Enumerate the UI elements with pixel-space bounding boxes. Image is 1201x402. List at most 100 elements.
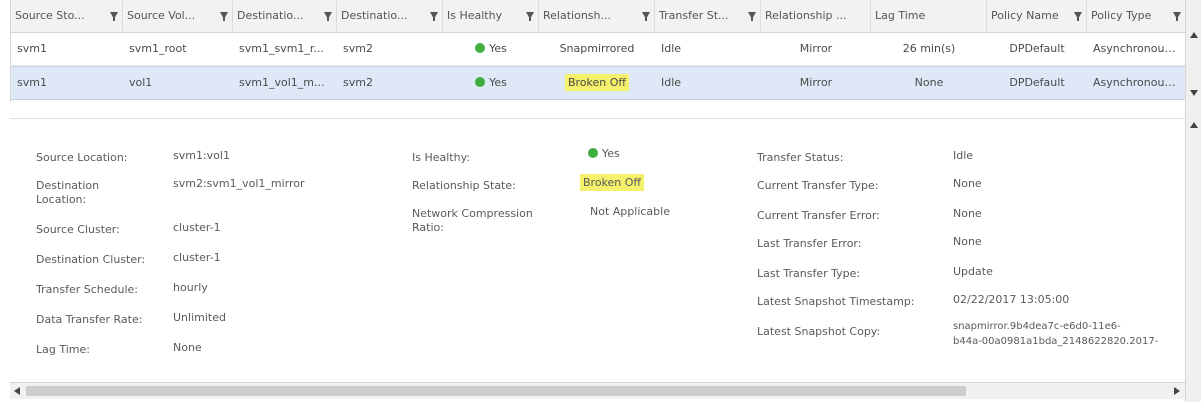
table-row-selected[interactable]: svm1 vol1 svm1_vol1_m... svm2 Yes Broken… [11,66,1186,100]
column-header-lag-time[interactable]: Lag Time [871,0,987,32]
current-transfer-type-value: None [953,177,982,190]
lag-time-label: Lag Time: [36,343,90,356]
horizontal-scrollbar[interactable] [10,382,1185,399]
data-transfer-rate-value: Unlimited [173,311,226,324]
column-header-policy-type[interactable]: Policy Type [1087,0,1186,32]
source-cluster-label: Source Cluster: [36,223,120,236]
relationship-state-value: Broken Off [580,174,645,191]
column-header-label: Destinatio... [237,9,304,22]
relationship-state-label: Relationship State: [412,179,516,192]
highlighted-state-text: Broken Off [564,74,629,91]
cell-relationship-type: Mirror [799,76,833,89]
is-healthy-value: Yes [588,147,620,160]
filter-icon[interactable] [110,12,118,21]
latest-snapshot-copy-value-cont: b44a-00a0981a1bda_2148622820.2017- [953,336,1159,347]
healthy-text: Yes [489,42,507,55]
column-header-label: Relationship ... [765,9,847,22]
cell-lag-time: None [914,76,944,89]
cell-destination-volume: svm1_vol1_m... [239,76,325,89]
filter-icon[interactable] [430,12,438,21]
cell-relationship-state: Broken Off [539,67,655,99]
current-transfer-type-label: Current Transfer Type: [757,179,879,192]
column-header-policy-name[interactable]: Policy Name [987,0,1087,32]
source-location-label: Source Location: [36,151,128,164]
cell-transfer-status: Idle [661,42,682,55]
transfer-schedule-label: Transfer Schedule: [36,283,138,296]
healthy-status-icon [475,77,486,87]
vertical-scrollbar[interactable] [1185,0,1201,402]
column-header-relationship-state[interactable]: Relationsh... [539,0,655,32]
column-header-label: Source Sto... [15,9,85,22]
healthy-status-icon [475,43,486,53]
detail-scroll-up-arrow-icon[interactable] [1190,122,1198,128]
destination-location-value: svm2:svm1_vol1_mirror [173,177,305,190]
source-cluster-value: cluster-1 [173,221,221,234]
highlighted-state-text: Broken Off [580,174,645,191]
column-header-transfer-status[interactable]: Transfer St... [655,0,761,32]
transfer-status-value: Idle [953,149,974,162]
cell-destination-svm: svm2 [343,42,373,55]
scroll-right-arrow-icon[interactable] [1174,387,1180,395]
cell-policy-name: DPDefault [1009,76,1065,89]
snapmirror-relationships-view: Source Sto... Source Vol... Destinatio..… [0,0,1201,402]
column-header-label: Is Healthy [447,9,503,22]
destination-location-label-cont: Location: [36,193,87,206]
filter-icon[interactable] [748,12,756,21]
last-transfer-error-label: Last Transfer Error: [757,237,862,250]
column-header-label: Source Vol... [127,9,196,22]
column-header-destination-svm[interactable]: Destinatio... [337,0,443,32]
column-header-label: Policy Name [991,9,1059,22]
column-header-is-healthy[interactable]: Is Healthy [443,0,539,32]
cell-relationship-state: Snapmirrored [559,42,635,55]
destination-location-label: Destination [36,179,100,192]
is-healthy-label: Is Healthy: [412,151,471,164]
filter-icon[interactable] [642,12,650,21]
column-header-source-svm[interactable]: Source Sto... [11,0,123,32]
cell-source-svm: svm1 [17,76,47,89]
filter-icon[interactable] [526,12,534,21]
scrollbar-thumb[interactable] [26,386,966,396]
source-location-value: svm1:vol1 [173,149,230,162]
table-row[interactable]: svm1 svm1_root svm1_svm1_r... svm2 Yes S… [11,33,1186,66]
is-healthy-text: Yes [602,147,620,160]
destination-cluster-value: cluster-1 [173,251,221,264]
latest-snapshot-timestamp-label: Latest Snapshot Timestamp: [757,295,915,308]
cell-destination-volume: svm1_svm1_r... [239,42,324,55]
latest-snapshot-copy-value: snapmirror.9b4dea7c-e6d0-11e6- [953,321,1121,332]
column-header-label: Destinatio... [341,9,408,22]
filter-icon[interactable] [324,12,332,21]
cell-lag-time: 26 min(s) [902,42,956,55]
transfer-status-label: Transfer Status: [757,151,844,164]
scroll-left-arrow-icon[interactable] [14,387,20,395]
data-transfer-rate-label: Data Transfer Rate: [36,313,143,326]
latest-snapshot-copy-label: Latest Snapshot Copy: [757,325,881,338]
cell-transfer-status: Idle [661,76,682,89]
column-header-label: Policy Type [1091,9,1152,22]
current-transfer-error-value: None [953,207,982,220]
cell-policy-name: DPDefault [1009,42,1065,55]
cell-source-volume: svm1_root [129,42,187,55]
scroll-up-arrow-icon[interactable] [1190,32,1198,38]
healthy-status-icon [588,148,598,158]
relationships-grid: Source Sto... Source Vol... Destinatio..… [10,0,1186,102]
column-header-label: Lag Time [875,9,926,22]
transfer-schedule-value: hourly [173,281,208,294]
grid-header: Source Sto... Source Vol... Destinatio..… [11,0,1186,33]
filter-icon[interactable] [1173,12,1181,21]
relationship-details-panel: Source Location: svm1:vol1 Destination L… [10,118,1185,381]
last-transfer-type-label: Last Transfer Type: [757,267,861,280]
last-transfer-error-value: None [953,235,982,248]
current-transfer-error-label: Current Transfer Error: [757,209,880,222]
cell-policy-type: Asynchronous... [1093,42,1181,55]
scroll-down-arrow-icon[interactable] [1190,90,1198,96]
column-header-label: Transfer St... [659,9,729,22]
network-compression-label: Network Compression [412,207,533,220]
latest-snapshot-timestamp-value: 02/22/2017 13:05:00 [953,293,1070,306]
column-header-source-volume[interactable]: Source Vol... [123,0,233,32]
cell-relationship-type: Mirror [799,42,833,55]
column-header-destination-volume[interactable]: Destinatio... [233,0,337,32]
destination-cluster-label: Destination Cluster: [36,253,146,266]
column-header-relationship-type[interactable]: Relationship ... [761,0,871,32]
filter-icon[interactable] [220,12,228,21]
filter-icon[interactable] [1074,12,1082,21]
